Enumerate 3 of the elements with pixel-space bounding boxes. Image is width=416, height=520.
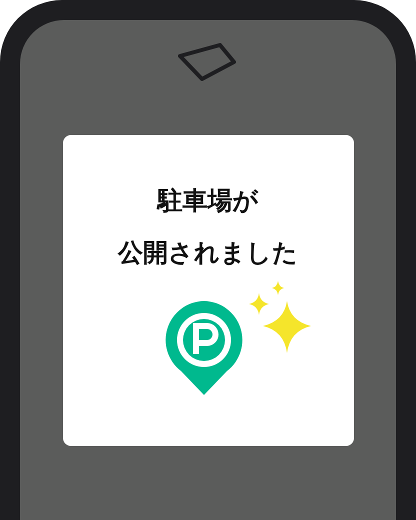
dialog-title: 駐車場が 公開されました bbox=[118, 185, 298, 269]
camera-icon bbox=[178, 42, 238, 82]
parking-pin-icon bbox=[163, 299, 245, 397]
